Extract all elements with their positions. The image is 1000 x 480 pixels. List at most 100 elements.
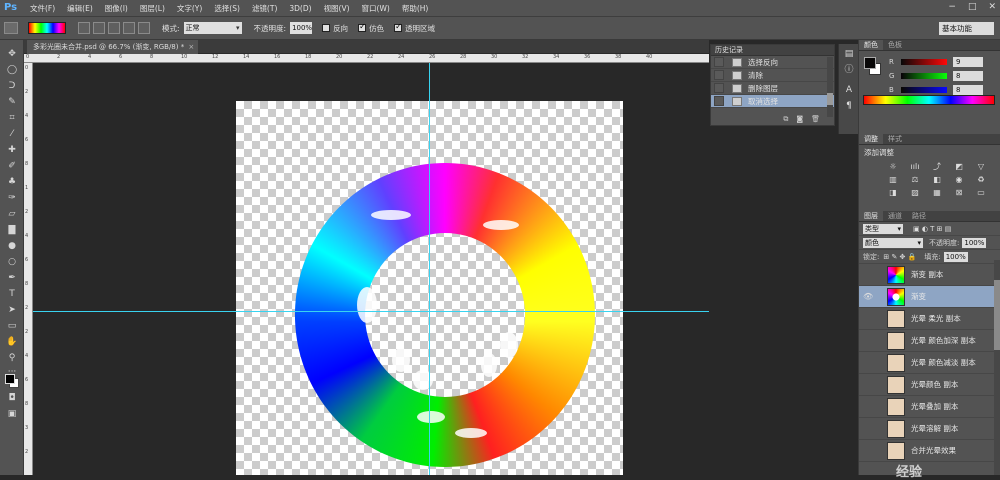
menu-window[interactable]: 窗口(W) (356, 3, 396, 14)
tab-color[interactable]: 颜色 (859, 40, 883, 50)
type-tool-icon[interactable]: T (5, 288, 19, 300)
linear-gradient-icon[interactable] (78, 22, 90, 34)
mode-select[interactable]: 正常 (184, 22, 242, 34)
layer-row[interactable]: 光晕溶解 副本 (859, 418, 1000, 440)
blue-value[interactable]: 8 (953, 85, 983, 95)
hand-tool-icon[interactable]: ✋ (5, 336, 19, 348)
curves-icon[interactable]: ⤴ (931, 162, 943, 172)
tab-paths[interactable]: 路径 (907, 211, 931, 221)
tab-layers[interactable]: 图层 (859, 211, 883, 221)
layers-scrollbar[interactable] (994, 260, 1000, 475)
quick-select-tool-icon[interactable]: ✎ (5, 96, 19, 108)
tab-styles[interactable]: 样式 (883, 134, 907, 144)
layer-row[interactable]: 合并光晕效果 (859, 440, 1000, 462)
menu-image[interactable]: 图像(I) (99, 3, 134, 14)
history-brush-source[interactable] (714, 96, 724, 106)
checkbox-icon[interactable] (322, 24, 330, 32)
workspace-select[interactable]: 基本功能 (939, 22, 994, 35)
character-panel-icon[interactable]: A (843, 84, 855, 96)
black-white-icon[interactable]: ◧ (931, 175, 943, 185)
lasso-tool-icon[interactable]: ᑐ (5, 80, 19, 92)
history-brush-source[interactable] (714, 83, 724, 93)
menu-filter[interactable]: 滤镜(T) (246, 3, 283, 14)
layer-filter-select[interactable]: 类型 (863, 224, 903, 234)
green-slider[interactable] (901, 73, 947, 79)
menu-view[interactable]: 视图(V) (318, 3, 356, 14)
red-slider[interactable] (901, 59, 947, 65)
blend-mode-select[interactable]: 颜色 (863, 238, 923, 248)
blur-tool-icon[interactable]: ● (5, 240, 19, 252)
marquee-tool-icon[interactable]: ◯ (5, 64, 19, 76)
menu-3d[interactable]: 3D(D) (283, 4, 317, 13)
layer-row[interactable]: 渐变 副本 (859, 264, 1000, 286)
invert-icon[interactable]: ◨ (887, 188, 899, 198)
clone-stamp-tool-icon[interactable]: ♣ (5, 176, 19, 188)
eye-icon[interactable]: 👁 (863, 292, 873, 301)
layer-row[interactable]: 光晕颜色 副本 (859, 374, 1000, 396)
minimize-icon[interactable]: − (948, 2, 956, 12)
gradient-preview[interactable] (28, 22, 66, 34)
paragraph-panel-icon[interactable]: ¶ (843, 100, 855, 112)
layer-row[interactable]: 光晕 颜色加深 副本 (859, 330, 1000, 352)
history-item-selected[interactable]: 取消选择 (711, 95, 834, 108)
vertical-ruler[interactable]: 02468124682246832 (24, 63, 33, 475)
crop-tool-icon[interactable]: ⌗ (5, 112, 19, 124)
vibrance-icon[interactable]: ▽ (975, 162, 987, 172)
healing-brush-tool-icon[interactable]: ✚ (5, 144, 19, 156)
history-brush-tool-icon[interactable]: ✑ (5, 192, 19, 204)
history-item[interactable]: 删除图层 (711, 82, 834, 95)
tab-swatches[interactable]: 色板 (883, 40, 907, 50)
shape-tool-icon[interactable]: ▭ (5, 320, 19, 332)
menu-type[interactable]: 文字(Y) (171, 3, 208, 14)
snapshot-icon[interactable]: ◙ (796, 115, 803, 125)
maximize-icon[interactable]: □ (968, 2, 977, 12)
fill-input[interactable]: 100% (944, 252, 968, 262)
vertical-guide[interactable] (429, 63, 430, 475)
brush-tool-icon[interactable]: ✐ (5, 160, 19, 172)
menu-file[interactable]: 文件(F) (24, 3, 61, 14)
gradient-map-icon[interactable]: ▭ (975, 188, 987, 198)
horizontal-ruler[interactable]: 0246810121416182022242628303234363840 (24, 54, 709, 63)
zoom-tool-icon[interactable]: ⚲ (5, 352, 19, 364)
diamond-gradient-icon[interactable] (138, 22, 150, 34)
hue-saturation-icon[interactable]: ▥ (887, 175, 899, 185)
channel-mixer-icon[interactable]: ♻ (975, 175, 987, 185)
pen-tool-icon[interactable]: ✒ (5, 272, 19, 284)
canvas-area[interactable] (33, 63, 709, 475)
history-item[interactable]: 选择反向 (711, 56, 834, 69)
exposure-icon[interactable]: ◩ (953, 162, 965, 172)
menu-layer[interactable]: 图层(L) (134, 3, 171, 14)
green-value[interactable]: 8 (953, 71, 983, 81)
properties-panel-icon[interactable]: ⓘ (843, 64, 855, 76)
path-select-tool-icon[interactable]: ➤ (5, 304, 19, 316)
transparency-checkbox[interactable]: 透明区域 (394, 23, 435, 34)
blue-slider[interactable] (901, 87, 947, 93)
close-tab-icon[interactable]: × (188, 40, 194, 54)
new-document-from-state-icon[interactable]: ⧉ (783, 115, 788, 125)
posterize-icon[interactable]: ▨ (909, 188, 921, 198)
document-tab[interactable]: 多彩光圈未合并.psd @ 66.7% (渐变, RGB/8) * × (27, 40, 198, 54)
history-scrollbar[interactable] (827, 57, 833, 117)
horizontal-guide[interactable] (33, 311, 709, 312)
eyedropper-tool-icon[interactable]: ⁄ (5, 128, 19, 140)
foreground-color-swatch[interactable] (5, 374, 15, 384)
layer-row[interactable]: 光晕 柔光 副本 (859, 308, 1000, 330)
checkbox-icon[interactable] (358, 24, 366, 32)
layer-row[interactable]: 光晕 颜色减淡 副本 (859, 352, 1000, 374)
layer-opacity-input[interactable]: 100% (962, 238, 986, 248)
history-panel-icon[interactable]: ▤ (843, 48, 855, 60)
quick-mask-icon[interactable]: ◘ (5, 392, 19, 404)
brightness-contrast-icon[interactable]: ☼ (887, 162, 899, 172)
tab-adjustments[interactable]: 调整 (859, 134, 883, 144)
tab-channels[interactable]: 通道 (883, 211, 907, 221)
screen-mode-icon[interactable]: ▣ (5, 408, 19, 420)
menu-help[interactable]: 帮助(H) (396, 3, 435, 14)
layer-row-selected[interactable]: 👁 渐变 (859, 286, 1000, 308)
close-icon[interactable]: ✕ (988, 2, 996, 12)
history-brush-source[interactable] (714, 70, 724, 80)
gradient-tool-icon[interactable]: ▇ (5, 224, 19, 236)
levels-icon[interactable]: ıılı (909, 162, 921, 172)
move-tool-icon[interactable]: ✥ (5, 48, 19, 60)
menu-select[interactable]: 选择(S) (208, 3, 246, 14)
threshold-icon[interactable]: ▦ (931, 188, 943, 198)
